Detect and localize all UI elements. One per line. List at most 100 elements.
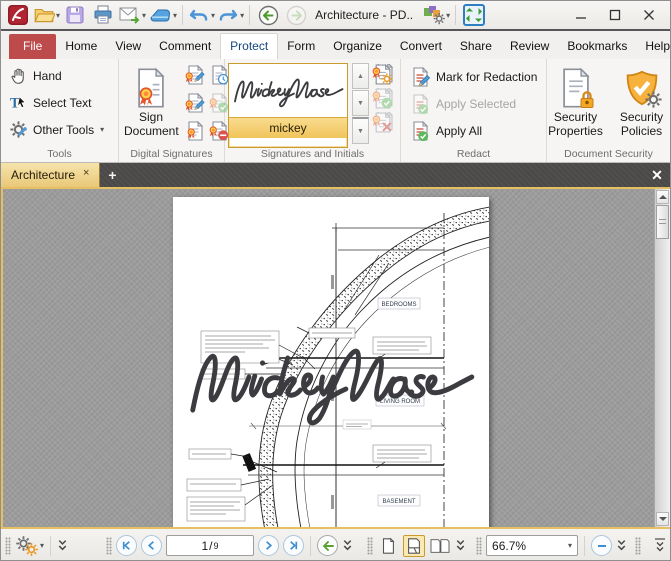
toolbar-drag-handle[interactable] (5, 537, 11, 555)
session-fullscreen-button[interactable] (461, 2, 487, 28)
next-page-button[interactable] (258, 535, 279, 556)
hand-tool-button[interactable]: Hand (3, 62, 116, 89)
tab-bookmarks[interactable]: Bookmarks (558, 34, 636, 59)
tab-help[interactable]: Help (636, 34, 671, 59)
redo-button[interactable]: ▾ (217, 2, 244, 28)
email-icon (118, 5, 141, 25)
select-text-button[interactable]: Select Text (3, 89, 116, 116)
apply-signature-icon[interactable] (371, 87, 394, 110)
signature-more-button[interactable]: ▼ (352, 117, 369, 144)
status-options-button[interactable]: ▾ (15, 534, 44, 558)
scroll-down-button[interactable] (656, 512, 669, 526)
apply-selected-button[interactable]: Apply Selected (403, 90, 544, 117)
single-page-layout-button[interactable] (377, 535, 399, 557)
toolbar-drag-handle[interactable] (367, 537, 373, 555)
signature-scroll-down-button[interactable]: ▼ (352, 90, 369, 116)
email-button[interactable]: ▾ (118, 2, 146, 28)
previous-page-button[interactable] (141, 535, 162, 556)
hand-tool-label: Hand (33, 69, 62, 83)
layout-options-chevron-icon[interactable] (455, 539, 466, 552)
minimize-button[interactable] (564, 2, 598, 28)
zoom-caret-icon[interactable]: ▾ (568, 541, 572, 550)
zoom-out-button[interactable] (591, 535, 612, 556)
print-button[interactable] (90, 2, 116, 28)
document-tab-architecture[interactable]: Architecture × (1, 163, 100, 187)
security-properties-label: Security Properties (547, 111, 605, 139)
redo-caret-icon[interactable]: ▾ (240, 11, 244, 20)
manage-signatures-icon[interactable] (371, 63, 394, 86)
status-options-caret-icon[interactable]: ▾ (40, 541, 44, 550)
vertical-scrollbar[interactable] (654, 189, 670, 527)
ui-options-caret-icon[interactable]: ▾ (446, 11, 450, 20)
document-canvas[interactable]: Mickey Mase (1, 187, 671, 529)
document-tab-bar: Architecture × + ✕ (1, 163, 670, 187)
document-tab-close-icon[interactable]: × (83, 167, 89, 179)
apply-selected-icon (410, 94, 430, 114)
undo-button[interactable]: ▾ (188, 2, 215, 28)
facing-pages-layout-button[interactable] (429, 535, 451, 557)
tab-convert[interactable]: Convert (391, 34, 451, 59)
signature-scroll-up-button[interactable]: ▲ (352, 63, 369, 89)
tab-share[interactable]: Share (451, 34, 501, 59)
first-page-button[interactable] (116, 535, 137, 556)
back-view-button[interactable] (255, 2, 281, 28)
scroll-up-button[interactable] (656, 190, 669, 204)
email-caret-icon[interactable]: ▾ (142, 11, 146, 20)
tab-review[interactable]: Review (501, 34, 558, 59)
statusbar-separator (310, 536, 311, 556)
undo-caret-icon[interactable]: ▾ (211, 11, 215, 20)
digital-signatures-icon[interactable] (183, 119, 206, 142)
last-page-button[interactable] (283, 535, 304, 556)
mark-for-redaction-button[interactable]: Mark for Redaction (403, 63, 544, 90)
close-document-button[interactable]: ✕ (644, 163, 670, 187)
forward-view-button[interactable] (283, 2, 309, 28)
other-tools-button[interactable]: Other Tools ▾ (3, 116, 116, 143)
ui-options-button[interactable]: ▾ (421, 2, 450, 28)
signature-preview-card[interactable]: mickey (228, 63, 348, 148)
pdf-page[interactable]: Mickey Mase (173, 197, 489, 529)
open-caret-icon[interactable]: ▾ (56, 11, 60, 20)
open-folder-icon (33, 4, 55, 26)
undo-icon (188, 5, 210, 25)
group-label-digital-signatures: Digital Signatures (119, 148, 224, 160)
security-properties-button[interactable]: Security Properties (544, 63, 608, 148)
open-button[interactable]: ▾ (33, 2, 60, 28)
maximize-button[interactable] (598, 2, 632, 28)
scrollbar-thumb[interactable] (656, 205, 669, 239)
save-button[interactable] (62, 2, 88, 28)
tab-comment[interactable]: Comment (150, 34, 220, 59)
tab-view[interactable]: View (106, 34, 150, 59)
page-number-field[interactable]: 1/9 (166, 535, 254, 556)
previous-view-button[interactable] (317, 535, 338, 556)
tab-form[interactable]: Form (278, 34, 324, 59)
apply-all-button[interactable]: Apply All (403, 117, 544, 144)
tab-home[interactable]: Home (56, 34, 106, 59)
tab-protect[interactable]: Protect (220, 33, 278, 59)
view-history-chevron-icon[interactable] (342, 539, 353, 552)
continuous-layout-button[interactable] (403, 535, 425, 557)
security-policies-button[interactable]: Security Policies (610, 63, 671, 148)
sign-document-button[interactable]: Sign Document (121, 63, 181, 148)
scan-caret-icon[interactable]: ▾ (173, 11, 177, 20)
toolbar-drag-handle[interactable] (106, 537, 112, 555)
signature-name-strip[interactable]: mickey (229, 117, 347, 138)
certify-visible-icon[interactable] (183, 91, 206, 114)
zoom-level-combobox[interactable]: 66.7% ▾ (486, 535, 578, 556)
zoom-tools-chevron-icon[interactable] (616, 539, 627, 552)
sign-certify-icon[interactable] (183, 63, 206, 86)
scan-button[interactable]: ▾ (148, 2, 177, 28)
tab-file[interactable]: File (9, 34, 56, 59)
more-tools-chevron-icon[interactable] (57, 539, 68, 552)
statusbar-overflow-chevron-icon[interactable] (654, 538, 666, 553)
room-label-bedrooms: BEDROOMS (381, 302, 416, 308)
room-label-basement: BASEMENT (382, 499, 415, 505)
tab-organize[interactable]: Organize (324, 34, 391, 59)
close-button[interactable] (632, 2, 666, 28)
group-digital-signatures: Sign Document Digital Signatures (119, 59, 225, 162)
toolbar-drag-handle[interactable] (476, 537, 482, 555)
group-label-redact: Redact (401, 148, 546, 160)
zoom-level-value: 66.7% (492, 539, 563, 553)
remove-signature-icon[interactable] (371, 111, 394, 134)
toolbar-drag-handle[interactable] (635, 537, 641, 555)
new-document-tab-button[interactable]: + (100, 163, 124, 187)
